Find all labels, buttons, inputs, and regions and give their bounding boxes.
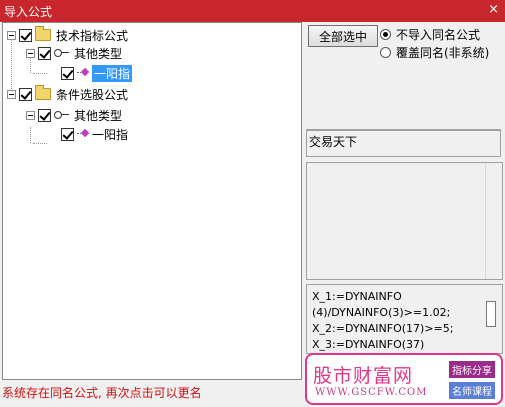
watermark-url: WWW.GSCFW.COM	[315, 387, 428, 398]
tree-category[interactable]: 其他类型	[26, 44, 122, 62]
tree-connector	[33, 143, 47, 144]
tree-formula-label: 一阳指	[92, 127, 129, 142]
author-field: 交易天下	[306, 129, 501, 157]
tree-group-label: 条件选股公式	[56, 87, 129, 102]
scrollbar-thumb[interactable]	[486, 301, 496, 327]
tree-connector	[33, 73, 47, 74]
radio-selected-icon[interactable]	[380, 29, 391, 40]
tree-group-label: 技术指标公式	[56, 28, 129, 43]
tree-formula-item[interactable]: 一阳指	[61, 125, 128, 143]
watermark-brand: 股市财富网	[313, 365, 414, 387]
key-icon	[54, 110, 70, 120]
close-icon[interactable]: ×	[488, 2, 499, 17]
title-bar: 导入公式 ×	[0, 0, 505, 22]
formula-icon	[77, 128, 89, 140]
collapse-icon[interactable]	[7, 89, 16, 99]
checkbox[interactable]	[61, 66, 74, 80]
formula-icon	[77, 67, 89, 79]
watermark-tag: 指标分享	[449, 361, 495, 378]
tree-category-label: 其他类型	[74, 108, 123, 123]
key-icon	[54, 48, 70, 58]
tree-group[interactable]: 技术指标公式	[7, 26, 128, 44]
code-line: X_2:=DYNAINFO(17)>=5;	[312, 322, 454, 335]
code-line: (4)/DYNAINFO(3)>=1.02;	[312, 306, 451, 319]
folder-icon	[35, 26, 51, 41]
checkbox[interactable]	[61, 127, 74, 141]
watermark-tag: 名师课程	[449, 382, 495, 399]
window-title: 导入公式	[4, 5, 53, 19]
radio-unselected-icon[interactable]	[380, 47, 391, 58]
radio-label: 不导入同名公式	[396, 28, 481, 42]
checkbox[interactable]	[38, 46, 51, 60]
status-message: 系统存在同名公式, 再次点击可以更名	[2, 386, 202, 400]
description-box[interactable]	[306, 162, 503, 280]
radio-label: 覆盖同名(非系统)	[396, 46, 490, 60]
tree-formula-item[interactable]: 一阳指	[61, 64, 133, 82]
radio-overwrite[interactable]: 覆盖同名(非系统)	[380, 44, 489, 61]
watermark-logo: 股市财富网 WWW.GSCFW.COM 指标分享 名师课程	[305, 353, 503, 405]
collapse-icon[interactable]	[26, 48, 35, 58]
formula-code: X_1:=DYNAINFO (4)/DYNAINFO(3)>=1.02; X_2…	[312, 289, 482, 353]
tree-category[interactable]: 其他类型	[26, 106, 122, 124]
collapse-icon[interactable]	[7, 30, 16, 40]
options-panel: 全部选中 不导入同名公式 覆盖同名(非系统)	[306, 22, 503, 130]
formula-tree[interactable]: 技术指标公式 其他类型 一阳指 条件选股公式 其他类型 一阳指	[2, 22, 302, 380]
checkbox[interactable]	[19, 87, 32, 101]
collapse-icon[interactable]	[26, 110, 35, 120]
scrollbar[interactable]	[485, 163, 502, 279]
tree-formula-label: 一阳指	[92, 64, 133, 82]
code-line: X_3:=DYNAINFO(37)	[312, 338, 425, 351]
select-all-button[interactable]: 全部选中	[308, 25, 378, 47]
radio-skip-duplicates[interactable]: 不导入同名公式	[380, 26, 480, 43]
tree-group[interactable]: 条件选股公式	[7, 85, 128, 103]
tree-connector	[30, 127, 31, 143]
author-text: 交易天下	[309, 135, 358, 149]
tree-category-label: 其他类型	[74, 46, 123, 61]
code-line: X_1:=DYNAINFO	[312, 290, 402, 303]
checkbox[interactable]	[38, 108, 51, 122]
checkbox[interactable]	[19, 28, 32, 42]
formula-code-box[interactable]: X_1:=DYNAINFO (4)/DYNAINFO(3)>=1.02; X_2…	[306, 284, 503, 354]
folder-icon	[35, 85, 51, 100]
